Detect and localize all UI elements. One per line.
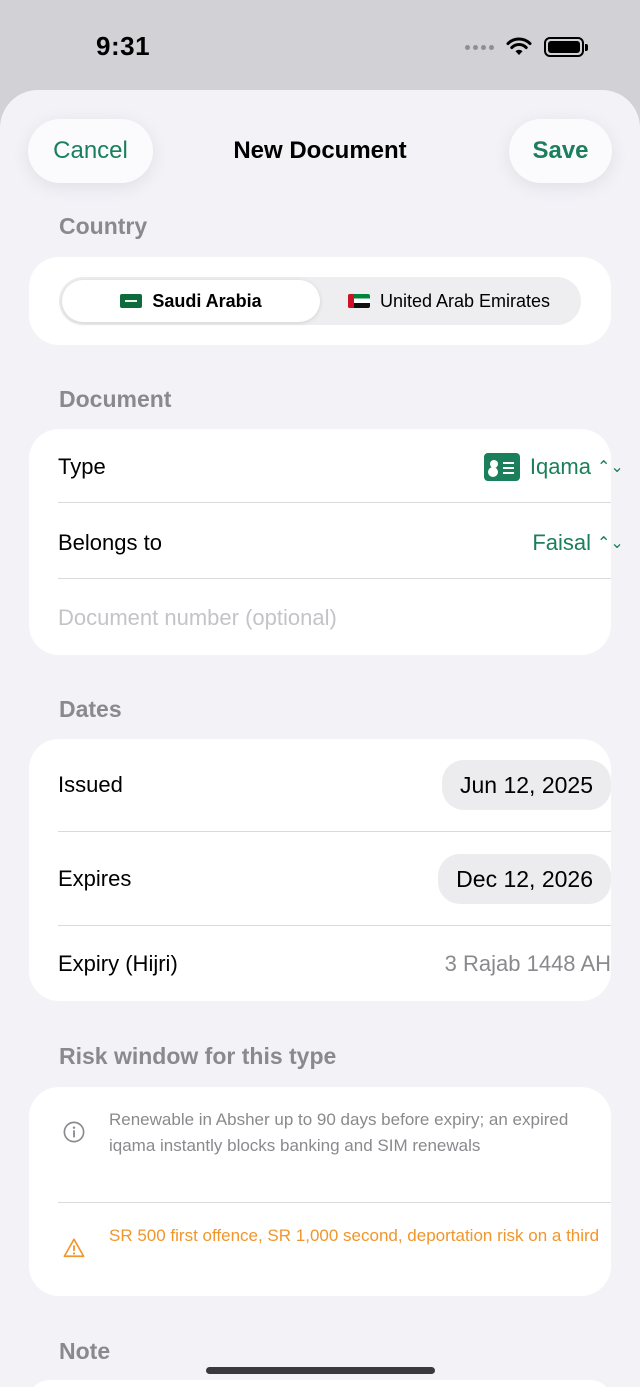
status-time: 9:31 — [96, 31, 151, 61]
risk-warning-row: SR 500 first offence, SR 1,000 second, d… — [58, 1223, 611, 1259]
status-icons — [465, 34, 588, 60]
type-value: Iqama — [529, 454, 591, 479]
segment-label: Saudi Arabia — [152, 290, 262, 311]
type-picker[interactable]: Iqama ⌃⌄ — [483, 453, 624, 481]
chevron-up-down-icon: ⌃⌄ — [597, 535, 624, 552]
divider — [58, 578, 611, 579]
belongs-to-picker[interactable]: Faisal ⌃⌄ — [532, 530, 624, 556]
new-document-sheet: Cancel New Document Save Country Saudi A… — [0, 90, 640, 1387]
uae-flag-icon — [347, 294, 370, 308]
belongs-to-row: Belongs to Faisal ⌃⌄ — [58, 518, 624, 568]
saudi-flag-icon — [120, 294, 143, 308]
document-number-input[interactable]: Document number (optional) — [58, 605, 337, 631]
save-button[interactable]: Save — [509, 119, 612, 183]
divider — [58, 831, 611, 832]
hijri-expiry-row: Expiry (Hijri) 3 Rajab 1448 AH — [58, 939, 611, 989]
belongs-to-label: Belongs to — [58, 530, 162, 555]
chevron-up-down-icon: ⌃⌄ — [597, 459, 624, 476]
expires-date-picker[interactable]: Dec 12, 2026 — [438, 854, 611, 904]
expires-label: Expires — [58, 866, 132, 891]
note-card[interactable] — [29, 1380, 611, 1387]
document-number-row: Document number (optional) — [58, 593, 611, 643]
screen: 9:31 Cancel New Document Save Country Sa… — [0, 0, 640, 1387]
divider — [58, 502, 611, 503]
country-segmented-control: Saudi Arabia United Arab Emirates — [59, 277, 581, 325]
dates-section-header: Dates — [59, 696, 122, 722]
divider — [58, 925, 611, 926]
dates-card: Issued Jun 12, 2025 Expires Dec 12, 2026… — [29, 739, 611, 1001]
warning-icon — [63, 1238, 85, 1258]
country-section-header: Country — [59, 213, 148, 239]
type-row: Type Iqama ⌃⌄ — [58, 442, 624, 492]
hijri-expiry-label: Expiry (Hijri) — [58, 951, 178, 976]
hijri-expiry-value: 3 Rajab 1448 AH — [444, 951, 611, 976]
battery-icon — [544, 37, 588, 57]
segment-saudi-arabia[interactable]: Saudi Arabia — [62, 280, 320, 322]
segment-uae[interactable]: United Arab Emirates — [320, 280, 578, 322]
issued-date-picker[interactable]: Jun 12, 2025 — [441, 760, 611, 810]
risk-info-text: Renewable in Absher up to 90 days before… — [109, 1110, 569, 1155]
note-section-header: Note — [59, 1338, 111, 1364]
type-label: Type — [58, 454, 106, 479]
segment-label: United Arab Emirates — [379, 290, 551, 311]
issued-label: Issued — [58, 772, 123, 797]
info-icon — [63, 1121, 85, 1143]
id-card-icon — [483, 453, 520, 481]
home-indicator — [206, 1367, 435, 1374]
country-card: Saudi Arabia United Arab Emirates — [29, 257, 611, 345]
risk-info-row: Renewable in Absher up to 90 days before… — [58, 1107, 611, 1159]
belongs-to-value: Faisal — [532, 530, 591, 555]
document-card: Type Iqama ⌃⌄ Belongs to Faisal ⌃⌄ Docum… — [29, 429, 624, 655]
risk-section-header: Risk window for this type — [59, 1043, 337, 1069]
risk-card: Renewable in Absher up to 90 days before… — [29, 1087, 611, 1296]
risk-warning-text: SR 500 first offence, SR 1,000 second, d… — [109, 1226, 600, 1245]
expires-row: Expires Dec 12, 2026 — [58, 854, 611, 904]
signal-icon — [465, 44, 494, 50]
divider — [58, 1202, 611, 1203]
status-bar: 9:31 — [0, 0, 640, 90]
document-section-header: Document — [59, 386, 172, 412]
wifi-icon — [506, 37, 532, 55]
issued-row: Issued Jun 12, 2025 — [58, 760, 611, 810]
